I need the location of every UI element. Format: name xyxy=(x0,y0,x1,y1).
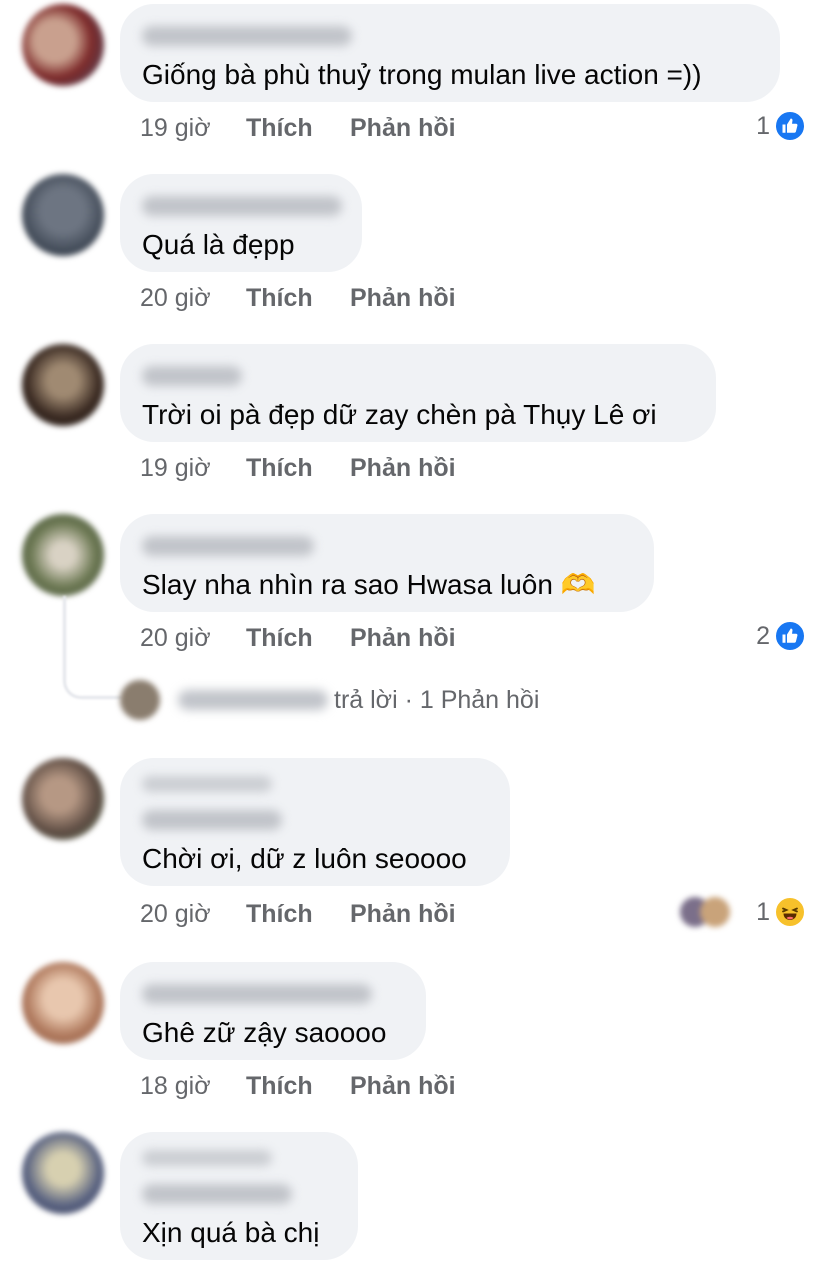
comment-text: Trời oi pà đẹp dữ zay chèn pà Thụy Lê ơi xyxy=(142,399,657,430)
like-icon xyxy=(774,620,806,652)
comment-actions: 20 giờ Thích Phản hồi xyxy=(140,284,456,313)
like-button[interactable]: Thích xyxy=(246,1072,350,1101)
comment-actions: 20 giờ Thích Phản hồi xyxy=(140,900,456,929)
comment-bubble: Quá là đẹpp xyxy=(120,174,362,272)
comment-bubble: Xịn quá bà chị xyxy=(120,1132,358,1260)
reaction-summary[interactable]: 1 xyxy=(756,110,806,142)
comment-actions: 19 giờ Thích Phản hồi xyxy=(140,114,456,143)
comment-time[interactable]: 19 giờ xyxy=(140,114,246,143)
reaction-summary[interactable]: 1 xyxy=(680,896,806,928)
like-button[interactable]: Thích xyxy=(246,624,350,653)
like-button[interactable]: Thích xyxy=(246,454,350,483)
avatar[interactable] xyxy=(22,1132,104,1214)
avatar[interactable] xyxy=(22,758,104,840)
comment-actions: 19 giờ Thích Phản hồi xyxy=(140,454,456,483)
haha-icon xyxy=(774,896,806,928)
comment-time[interactable]: 20 giờ xyxy=(140,900,246,929)
like-button[interactable]: Thích xyxy=(246,114,350,143)
comment-bubble: Chời ơi, dữ z luôn seoooo xyxy=(120,758,510,886)
avatar[interactable] xyxy=(22,4,104,86)
reply-button[interactable]: Phản hồi xyxy=(350,1072,456,1101)
comment-bubble: Ghê zữ zậy saoooo xyxy=(120,962,426,1060)
comment-text: Slay nha nhìn ra sao Hwasa luôn 🫶 xyxy=(142,569,596,600)
author-name-blurred[interactable] xyxy=(142,366,242,386)
reply-button[interactable]: Phản hồi xyxy=(350,454,456,483)
comment-actions: 20 giờ Thích Phản hồi xyxy=(140,624,456,653)
view-replies-link[interactable]: trả lời · 1 Phản hồi xyxy=(120,678,539,722)
avatar[interactable] xyxy=(22,344,104,426)
comment-text: Quá là đẹpp xyxy=(142,229,295,260)
author-name-blurred[interactable] xyxy=(142,26,352,46)
like-button[interactable]: Thích xyxy=(246,284,350,313)
reaction-count: 2 xyxy=(756,621,770,650)
reply-author-blurred xyxy=(178,690,328,710)
comment-time[interactable]: 18 giờ xyxy=(140,1072,246,1101)
reply-avatar xyxy=(120,680,160,720)
comment-bubble: Trời oi pà đẹp dữ zay chèn pà Thụy Lê ơi xyxy=(120,344,716,442)
author-name-blurred[interactable] xyxy=(142,984,372,1004)
like-button[interactable]: Thích xyxy=(246,900,350,929)
avatar[interactable] xyxy=(22,962,104,1044)
like-icon xyxy=(774,110,806,142)
author-name-blurred[interactable] xyxy=(142,196,342,216)
author-badge-blurred xyxy=(142,776,272,792)
comment-text: Xịn quá bà chị xyxy=(142,1217,320,1248)
author-name-blurred[interactable] xyxy=(142,810,282,830)
reply-button[interactable]: Phản hồi xyxy=(350,284,456,313)
comment-time[interactable]: 20 giờ xyxy=(140,284,246,313)
comment-bubble: Slay nha nhìn ra sao Hwasa luôn 🫶 xyxy=(120,514,654,612)
comment-time[interactable]: 19 giờ xyxy=(140,454,246,483)
author-name-blurred[interactable] xyxy=(142,1184,292,1204)
reaction-summary[interactable]: 2 xyxy=(756,620,806,652)
author-name-blurred[interactable] xyxy=(142,536,314,556)
comment-text: Ghê zữ zậy saoooo xyxy=(142,1017,387,1048)
reply-button[interactable]: Phản hồi xyxy=(350,114,456,143)
avatar[interactable] xyxy=(22,514,104,596)
reaction-count: 1 xyxy=(756,111,770,140)
reaction-count: 1 xyxy=(756,897,770,926)
comment-time[interactable]: 20 giờ xyxy=(140,624,246,653)
comment-text: Giống bà phù thuỷ trong mulan live actio… xyxy=(142,59,702,90)
reactor-avatars-blurred xyxy=(680,897,731,927)
comment-bubble: Giống bà phù thuỷ trong mulan live actio… xyxy=(120,4,780,102)
comment-actions: 18 giờ Thích Phản hồi xyxy=(140,1072,456,1101)
comment-text: Chời ơi, dữ z luôn seoooo xyxy=(142,843,467,874)
author-badge-blurred xyxy=(142,1150,272,1166)
avatar[interactable] xyxy=(22,174,104,256)
reply-summary-text: trả lời · 1 Phản hồi xyxy=(334,685,540,714)
reply-button[interactable]: Phản hồi xyxy=(350,624,456,653)
reply-thread-line xyxy=(63,596,122,699)
reply-button[interactable]: Phản hồi xyxy=(350,900,456,929)
